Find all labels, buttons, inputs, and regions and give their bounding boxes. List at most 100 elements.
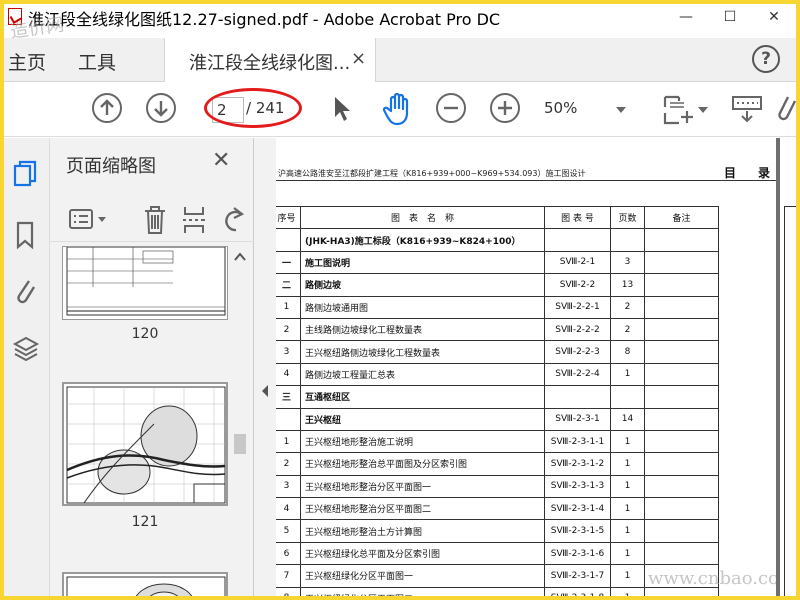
table-cell-note bbox=[644, 385, 719, 409]
attachments-button[interactable] bbox=[12, 276, 40, 304]
hand-icon bbox=[382, 92, 409, 126]
bookmarks-button[interactable] bbox=[12, 220, 40, 250]
highlight-ellipse bbox=[204, 88, 302, 128]
bookmark-icon bbox=[16, 221, 34, 250]
table-cell-no bbox=[276, 228, 301, 252]
hand-tool-button[interactable] bbox=[382, 91, 414, 127]
chevron-up-icon[interactable] bbox=[234, 252, 246, 262]
chevron-left-icon bbox=[262, 385, 268, 397]
tab-home[interactable]: 主页 bbox=[8, 48, 46, 75]
table-cell-pages: 8 bbox=[610, 340, 645, 364]
table-cell-note bbox=[644, 519, 719, 543]
document-tab-label: 淮江段全线绿化图... bbox=[189, 53, 351, 74]
panel-close-button[interactable]: ✕ bbox=[212, 148, 230, 173]
table-cell-pages: 3 bbox=[610, 250, 645, 275]
table-cell-code: SⅧ-2-3-1-3 bbox=[544, 474, 611, 499]
table-cell-note bbox=[644, 497, 719, 521]
table-cell-no: 8 bbox=[276, 586, 301, 596]
page-thumbnail-image bbox=[66, 386, 226, 504]
next-pdf-page bbox=[780, 138, 796, 596]
layers-button[interactable] bbox=[12, 334, 40, 362]
table-cell-code: SⅧ-2-3-1-4 bbox=[544, 497, 611, 521]
tab-document[interactable]: 淮江段全线绿化图... × bbox=[164, 38, 376, 82]
table-cell-note bbox=[644, 407, 719, 431]
table-cell-no: 3 bbox=[276, 340, 301, 364]
watermark-bottom-right: www.cnbao.com bbox=[648, 568, 776, 589]
table-cell-code: SⅧ-2-3-1-8 bbox=[544, 586, 611, 596]
thumbnail-scrollbar[interactable] bbox=[230, 246, 250, 596]
zoom-in-button[interactable] bbox=[490, 93, 520, 123]
thumbnail-page-122[interactable] bbox=[62, 572, 228, 596]
zoom-level-dropdown[interactable]: 50% bbox=[544, 99, 577, 117]
thumbnail-list: 120 121 bbox=[50, 246, 254, 596]
table-cell-note bbox=[644, 317, 719, 342]
pages-icon bbox=[13, 160, 37, 187]
select-tool-button[interactable] bbox=[330, 95, 360, 125]
table-cell-name: 王兴枢纽绿化分区平面图二 bbox=[300, 586, 545, 596]
keyboard-tool-button[interactable] bbox=[730, 93, 764, 125]
delete-pages-button[interactable] bbox=[142, 204, 168, 236]
table-cell-no: 4 bbox=[276, 497, 301, 521]
thumbnails-panel: 页面缩略图 ✕ 120 121 bbox=[50, 138, 254, 596]
table-cell-code: SⅧ-2-3-1-2 bbox=[544, 452, 611, 476]
thumbnail-page-121[interactable] bbox=[62, 382, 228, 506]
table-cell-code: SⅧ-2-2-3 bbox=[544, 340, 611, 364]
table-cell-pages: 1 bbox=[610, 519, 645, 543]
table-cell-no: 三 bbox=[276, 385, 301, 409]
table-cell-pages: 1 bbox=[610, 564, 645, 588]
document-view[interactable]: 沪高速公路淮安至江都段扩建工程（K816+939+000~K969+534.09… bbox=[254, 138, 796, 596]
table-row: 5 王兴枢纽地形整治土方计算图 SⅧ-2-3-1-5 1 bbox=[276, 519, 719, 543]
table-cell-name: 施工图说明 bbox=[300, 250, 545, 275]
table-cell-note bbox=[644, 429, 719, 454]
table-row: 4 路侧边坡工程量汇总表 SⅧ-2-2-4 1 bbox=[276, 362, 719, 387]
table-cell-name: 王兴枢纽绿化总平面及分区索引图 bbox=[300, 541, 545, 566]
close-window-button[interactable]: ✕ bbox=[752, 4, 796, 30]
page-thumbnails-button[interactable] bbox=[12, 160, 40, 188]
table-cell-pages: 1 bbox=[610, 362, 645, 387]
tab-tools[interactable]: 工具 bbox=[78, 48, 116, 75]
zoom-out-button[interactable] bbox=[436, 93, 466, 123]
table-cell-code: SⅧ-2-3-1 bbox=[544, 407, 611, 431]
scrollbar-thumb[interactable] bbox=[234, 434, 246, 454]
page-thumbnail-image bbox=[66, 576, 226, 596]
table-cell-code: SⅧ-2-3-1-1 bbox=[544, 429, 611, 454]
window-title: 淮江段全线绿化图纸12.27-signed.pdf - Adobe Acroba… bbox=[28, 10, 501, 29]
table-cell-no: 2 bbox=[276, 317, 301, 342]
title-bar: 淮江段全线绿化图纸12.27-signed.pdf - Adobe Acroba… bbox=[4, 4, 796, 30]
table-cell-name: (JHK-HA3)施工标段（K816+939~K824+100） bbox=[300, 228, 545, 252]
extract-pages-button[interactable] bbox=[180, 204, 208, 236]
contents-table: 序号 图 表 名 称 图 表 号 页数 备注 (JHK-HA3)施工标段（K81… bbox=[276, 205, 719, 596]
previous-page-button[interactable] bbox=[92, 93, 122, 123]
table-cell-name: 王兴枢纽地形整治土方计算图 bbox=[300, 519, 545, 543]
table-cell-pages: 1 bbox=[610, 474, 645, 499]
table-cell-name: 王兴枢纽地形整治分区平面图一 bbox=[300, 474, 545, 499]
table-cell-code bbox=[544, 385, 611, 409]
minimize-button[interactable]: — bbox=[664, 4, 708, 30]
table-cell-name: 王兴枢纽地形整治总平面图及分区索引图 bbox=[300, 452, 545, 476]
table-cell-pages: 1 bbox=[610, 586, 645, 596]
navigation-rail bbox=[4, 138, 50, 596]
table-cell-pages: 2 bbox=[610, 317, 645, 342]
layers-icon bbox=[12, 336, 40, 362]
table-cell-name: 主线路侧边坡绿化工程数量表 bbox=[300, 317, 545, 342]
link-tool-button[interactable] bbox=[776, 93, 796, 123]
chevron-down-icon[interactable] bbox=[698, 107, 708, 113]
list-options-icon bbox=[69, 209, 106, 229]
chevron-down-icon[interactable] bbox=[616, 107, 626, 113]
help-button[interactable]: ? bbox=[752, 45, 780, 73]
panel-collapse-handle[interactable] bbox=[254, 138, 276, 596]
thumbnail-page-120[interactable] bbox=[62, 246, 228, 320]
document-tab-close-button[interactable]: × bbox=[351, 48, 366, 69]
table-row: 三互通枢纽区 bbox=[276, 385, 719, 409]
next-page-button[interactable] bbox=[146, 93, 176, 123]
thumbnail-options-button[interactable] bbox=[68, 206, 112, 234]
contents-table-body: (JHK-HA3)施工标段（K816+939~K824+100）一施工图说明 SⅧ… bbox=[276, 228, 719, 596]
table-row: 3 王兴枢纽路侧边坡绿化工程数量表 SⅧ-2-2-3 8 bbox=[276, 340, 719, 364]
table-cell-no: 3 bbox=[276, 474, 301, 499]
column-header: 序号 bbox=[276, 205, 301, 230]
maximize-button[interactable]: ☐ bbox=[708, 4, 752, 30]
rotate-pages-button[interactable] bbox=[220, 204, 246, 236]
page-fit-button[interactable] bbox=[662, 91, 696, 127]
table-cell-note bbox=[644, 541, 719, 566]
arrow-down-icon bbox=[154, 101, 168, 117]
